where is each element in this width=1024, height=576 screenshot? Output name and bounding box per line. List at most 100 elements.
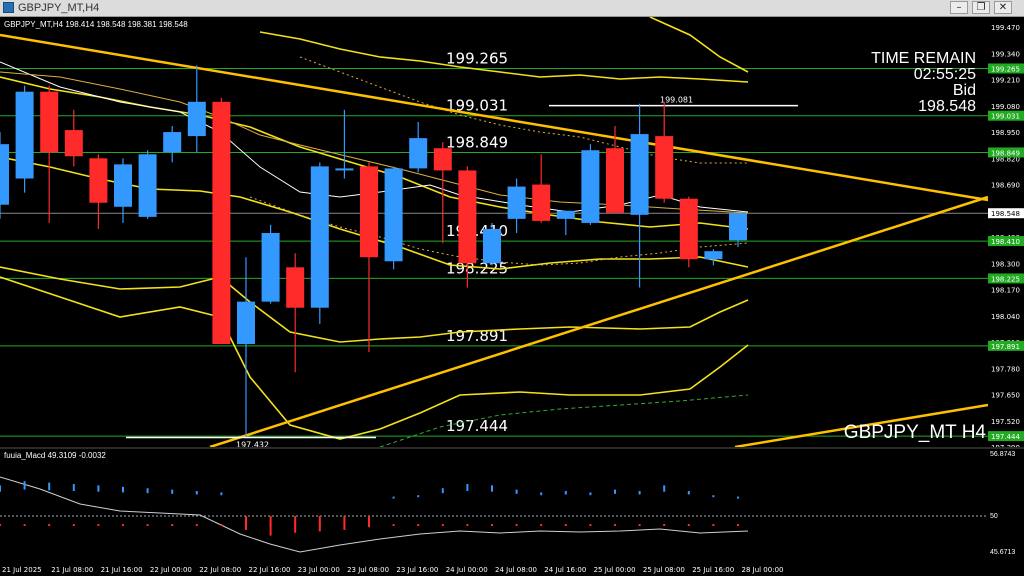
- candle-body: [114, 164, 132, 207]
- macd-histogram-bar: [122, 486, 124, 493]
- candle-body: [237, 301, 255, 345]
- candle-body: [384, 168, 403, 262]
- macd-histogram-bar: [343, 516, 346, 530]
- window-title: GBPJPY_MT,H4: [18, 2, 100, 14]
- price-chart[interactable]: 199.265 199.031 198.849 198.410 198.225 197.8…: [0, 17, 988, 447]
- macd-histogram-bar: [589, 492, 592, 496]
- macd-histogram-bar: [48, 482, 51, 491]
- macd-histogram-bar: [0, 485, 1, 492]
- price-tick: 197.780: [991, 365, 1020, 373]
- macd-dot: [146, 524, 149, 526]
- indicator-label: fuuia_Macd 49.3109 -0.0032: [4, 451, 106, 460]
- macd-dot: [614, 524, 616, 526]
- macd-histogram-bar: [663, 485, 666, 492]
- candle-body: [556, 210, 575, 219]
- macd-dot: [72, 524, 75, 526]
- candle-body: [606, 148, 624, 213]
- macd-dot: [0, 524, 1, 526]
- price-tick: 198.170: [991, 287, 1020, 295]
- level-tag: 199.031: [991, 113, 1020, 121]
- time-axis[interactable]: 21 Jul 2025 21 Jul 08:00 21 Jul 16:00 22 Ju…: [0, 562, 1024, 576]
- level-tag: 198.410: [991, 238, 1020, 246]
- macd-canvas: [0, 476, 988, 553]
- price-tick: 198.040: [991, 313, 1020, 321]
- macd-histogram-bar: [540, 492, 543, 496]
- chart-header: GBPJPY_MT,H4 198.414 198.548 198.381 198…: [4, 20, 188, 29]
- time-tick: 22 Jul 16:00: [249, 566, 291, 574]
- candle-body: [335, 168, 354, 171]
- minimize-icon[interactable]: –: [950, 1, 968, 14]
- price-tick: 198.300: [991, 260, 1020, 268]
- level-label: 199.265: [446, 49, 508, 67]
- macd-dot: [417, 524, 420, 526]
- macd-histogram-bar: [97, 485, 100, 492]
- macd-dot: [466, 524, 469, 526]
- macd-histogram-bar: [614, 489, 616, 494]
- price-chart-canvas[interactable]: 199.265199.031198.849198.410198.225197.8…: [0, 17, 988, 447]
- macd-dot: [220, 524, 223, 526]
- candle-body: [655, 136, 674, 199]
- macd-dot: [269, 524, 272, 526]
- candle-body: [286, 267, 305, 308]
- time-tick: 21 Jul 08:00: [51, 566, 93, 574]
- macd-dot: [589, 524, 592, 526]
- chart-window-icon: [3, 2, 14, 13]
- indicator-axis: 56.8743 50 45.6713: [988, 449, 1024, 562]
- macd-dot: [712, 524, 715, 526]
- candle-body: [138, 154, 157, 217]
- macd-histogram-bar: [687, 491, 690, 495]
- candle-body: [532, 184, 551, 221]
- candle-body: [581, 150, 600, 223]
- macd-dot: [368, 524, 370, 526]
- price-tick: 198.690: [991, 182, 1020, 190]
- price-axis[interactable]: 199.470 199.340 199.210 199.080 198.950 198.8…: [988, 17, 1024, 447]
- candle-body: [630, 134, 649, 215]
- level-tag: 198.849: [991, 149, 1020, 157]
- macd-histogram-bar: [712, 495, 715, 498]
- level-label: 198.849: [446, 133, 508, 151]
- macd-histogram-bar: [23, 481, 26, 490]
- time-tick: 21 Jul 16:00: [101, 566, 143, 574]
- macd-histogram-bar: [392, 496, 395, 499]
- time-tick: 23 Jul 00:00: [298, 566, 340, 574]
- macd-histogram-bar: [318, 516, 321, 532]
- time-tick: 21 Jul 2025: [2, 566, 42, 574]
- macd-dot: [663, 524, 666, 526]
- restore-icon[interactable]: ❐: [972, 1, 990, 14]
- macd-dot: [564, 524, 567, 526]
- macd-dot: [122, 524, 124, 526]
- price-tick: 199.470: [991, 24, 1020, 32]
- macd-dot: [638, 524, 641, 526]
- time-tick: 25 Jul 08:00: [643, 566, 685, 574]
- indicator-axis-bottom: 45.6713: [990, 549, 1016, 556]
- price-tick: 199.080: [991, 103, 1020, 111]
- macd-histogram-bar: [220, 492, 223, 496]
- time-tick: 23 Jul 08:00: [347, 566, 389, 574]
- macd-histogram-bar: [195, 491, 198, 495]
- macd-histogram-bar: [491, 485, 493, 492]
- band-line: [649, 17, 749, 73]
- time-tick: 23 Jul 16:00: [396, 566, 438, 574]
- macd-histogram-bar: [638, 491, 641, 495]
- macd-histogram-bar: [515, 489, 518, 494]
- annotation-label-high: 199.081: [660, 96, 693, 105]
- macd-dot: [441, 524, 444, 526]
- macd-indicator-pane[interactable]: fuuia_Macd 49.3109 -0.0032: [0, 449, 988, 562]
- candle-body: [64, 130, 83, 157]
- macd-dot: [318, 524, 321, 526]
- time-tick: 22 Jul 08:00: [199, 566, 241, 574]
- title-bar[interactable]: GBPJPY_MT,H4 – ❐ ✕: [0, 0, 1024, 17]
- candle-body: [483, 228, 501, 264]
- price-tick: 199.340: [991, 50, 1020, 58]
- macd-dot: [392, 524, 395, 526]
- level-tag: 198.225: [991, 275, 1020, 283]
- close-icon[interactable]: ✕: [994, 1, 1012, 14]
- macd-dot: [343, 524, 346, 526]
- candle-body: [187, 101, 206, 137]
- candle-body: [458, 170, 477, 264]
- macd-dot: [171, 524, 174, 526]
- time-tick: 25 Jul 16:00: [692, 566, 734, 574]
- time-tick: 24 Jul 00:00: [446, 566, 488, 574]
- macd-dot: [23, 524, 26, 526]
- time-axis-canvas: 21 Jul 2025 21 Jul 08:00 21 Jul 16:00 22 Ju…: [2, 566, 783, 574]
